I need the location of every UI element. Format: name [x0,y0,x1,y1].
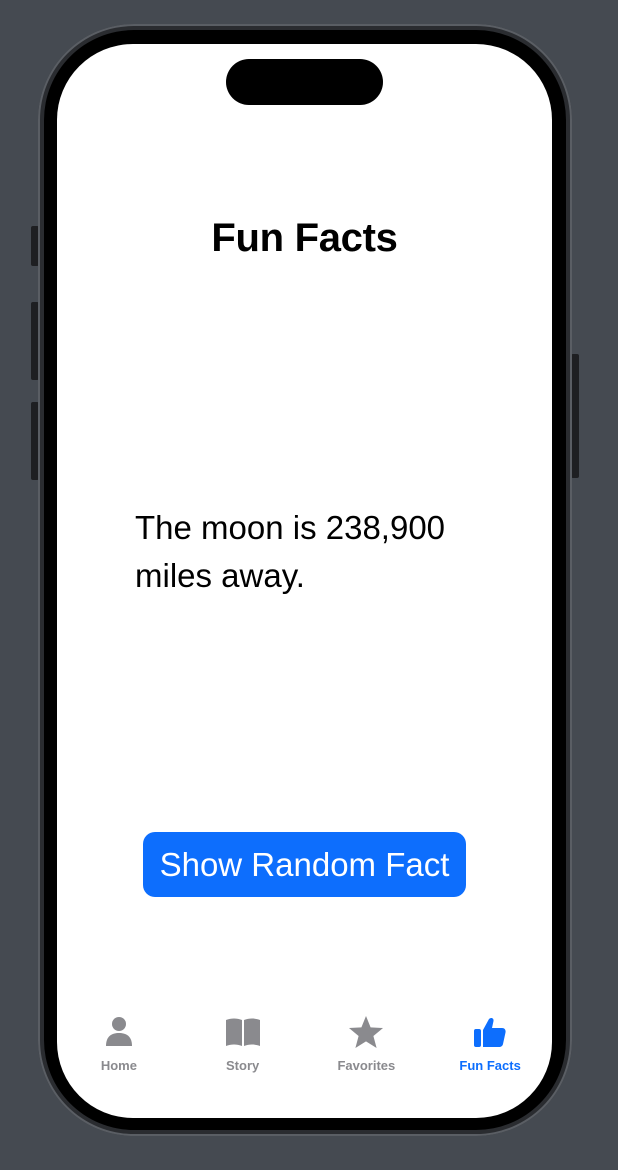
tab-label: Favorites [337,1058,396,1073]
tab-favorites[interactable]: Favorites [305,1012,429,1082]
dynamic-island [226,59,383,105]
tab-label: Home [100,1058,137,1073]
device-stage: Fun Facts The moon is 238,900 miles away… [0,0,618,1170]
tab-label: Story [226,1058,260,1073]
tab-home[interactable]: Home [57,1012,181,1082]
tab-bar: Home Story Favorites Fun Facts [57,1012,552,1082]
tab-label: Fun Facts [459,1058,521,1073]
person-icon [99,1012,139,1052]
app-screen: Fun Facts The moon is 238,900 miles away… [57,44,552,1118]
show-random-fact-button[interactable]: Show Random Fact [143,832,466,897]
fact-text: The moon is 238,900 miles away. [135,509,446,594]
tab-story[interactable]: Story [181,1012,305,1082]
star-icon [346,1012,386,1052]
tab-fun-facts[interactable]: Fun Facts [428,1012,552,1082]
book-icon [223,1012,263,1052]
thumbs-up-icon [470,1012,510,1052]
power-button [571,354,579,478]
page-title: Fun Facts [211,216,398,260]
